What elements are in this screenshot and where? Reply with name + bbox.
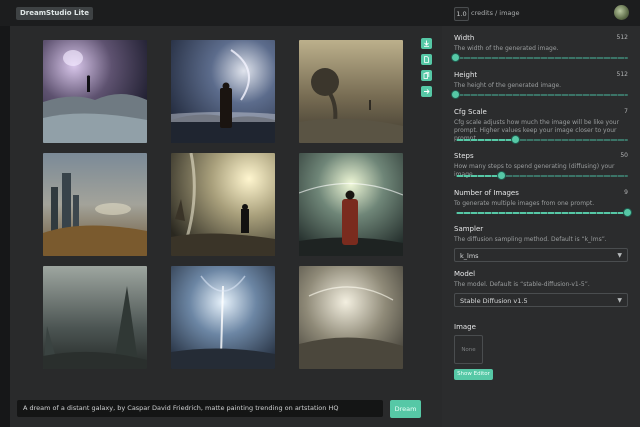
height-slider[interactable] xyxy=(452,91,628,98)
generated-image[interactable] xyxy=(299,40,403,143)
height-value: 512 xyxy=(616,71,628,78)
sampler-select[interactable]: k_lms ▼ xyxy=(454,248,628,262)
num-images-label: Number of Images xyxy=(454,189,519,197)
download-icon[interactable] xyxy=(421,38,432,49)
init-image-box[interactable]: None xyxy=(454,335,483,364)
sampler-label: Sampler xyxy=(454,225,484,233)
arrow-icon[interactable] xyxy=(421,86,432,97)
file-icon[interactable] xyxy=(421,54,432,65)
cfg-label: Cfg Scale xyxy=(454,108,487,116)
model-label: Model xyxy=(454,270,476,278)
dream-button[interactable]: Dream xyxy=(390,400,421,418)
model-desc: The model. Default is “stable-diffusion-… xyxy=(454,281,590,288)
credits-label: credits / image xyxy=(471,9,520,17)
width-desc: The width of the generated image. xyxy=(454,45,559,52)
model-selected: Stable Diffusion v1.5 xyxy=(460,297,528,305)
height-desc: The height of the generated image. xyxy=(454,82,562,89)
generated-image[interactable] xyxy=(171,266,275,369)
steps-label: Steps xyxy=(454,152,474,160)
cfg-value: 7 xyxy=(624,108,628,115)
image-toolbar xyxy=(421,38,432,102)
generated-image[interactable] xyxy=(43,153,147,256)
sampler-selected: k_lms xyxy=(460,252,479,260)
left-edge xyxy=(0,26,10,427)
steps-value: 50 xyxy=(620,152,628,159)
image-label: Image xyxy=(454,323,476,331)
chevron-down-icon: ▼ xyxy=(617,297,622,304)
chevron-down-icon: ▼ xyxy=(617,252,622,259)
main-area: A dream of a distant galaxy, by Caspar D… xyxy=(10,26,442,427)
image-grid xyxy=(43,40,403,369)
sampler-desc: The diffusion sampling method. Default i… xyxy=(454,236,607,243)
generated-image[interactable] xyxy=(43,40,147,143)
num-images-slider[interactable] xyxy=(456,209,631,216)
steps-slider[interactable] xyxy=(456,172,628,179)
generated-image[interactable] xyxy=(299,266,403,369)
width-label: Width xyxy=(454,34,475,42)
brand-badge[interactable]: DreamStudio Lite xyxy=(16,7,94,20)
generated-image[interactable] xyxy=(171,153,275,256)
settings-panel: Width 512 The width of the generated ima… xyxy=(442,26,640,427)
generated-image[interactable] xyxy=(43,266,147,369)
top-bar: DreamStudio Lite 1.0 credits / image xyxy=(0,0,640,26)
avatar[interactable] xyxy=(614,5,629,20)
width-slider[interactable] xyxy=(452,54,628,61)
model-select[interactable]: Stable Diffusion v1.5 ▼ xyxy=(454,293,628,307)
show-editor-button[interactable]: Show Editor xyxy=(454,369,493,380)
num-images-value: 9 xyxy=(624,189,628,196)
generated-image[interactable] xyxy=(171,40,275,143)
cfg-slider[interactable] xyxy=(456,136,628,143)
height-label: Height xyxy=(454,71,478,79)
copy-icon[interactable] xyxy=(421,70,432,81)
generated-image[interactable] xyxy=(299,153,403,256)
prompt-input[interactable]: A dream of a distant galaxy, by Caspar D… xyxy=(17,400,383,417)
credits-value: 1.0 xyxy=(454,7,469,21)
width-value: 512 xyxy=(616,34,628,41)
num-images-desc: To generate multiple images from one pro… xyxy=(454,200,595,207)
